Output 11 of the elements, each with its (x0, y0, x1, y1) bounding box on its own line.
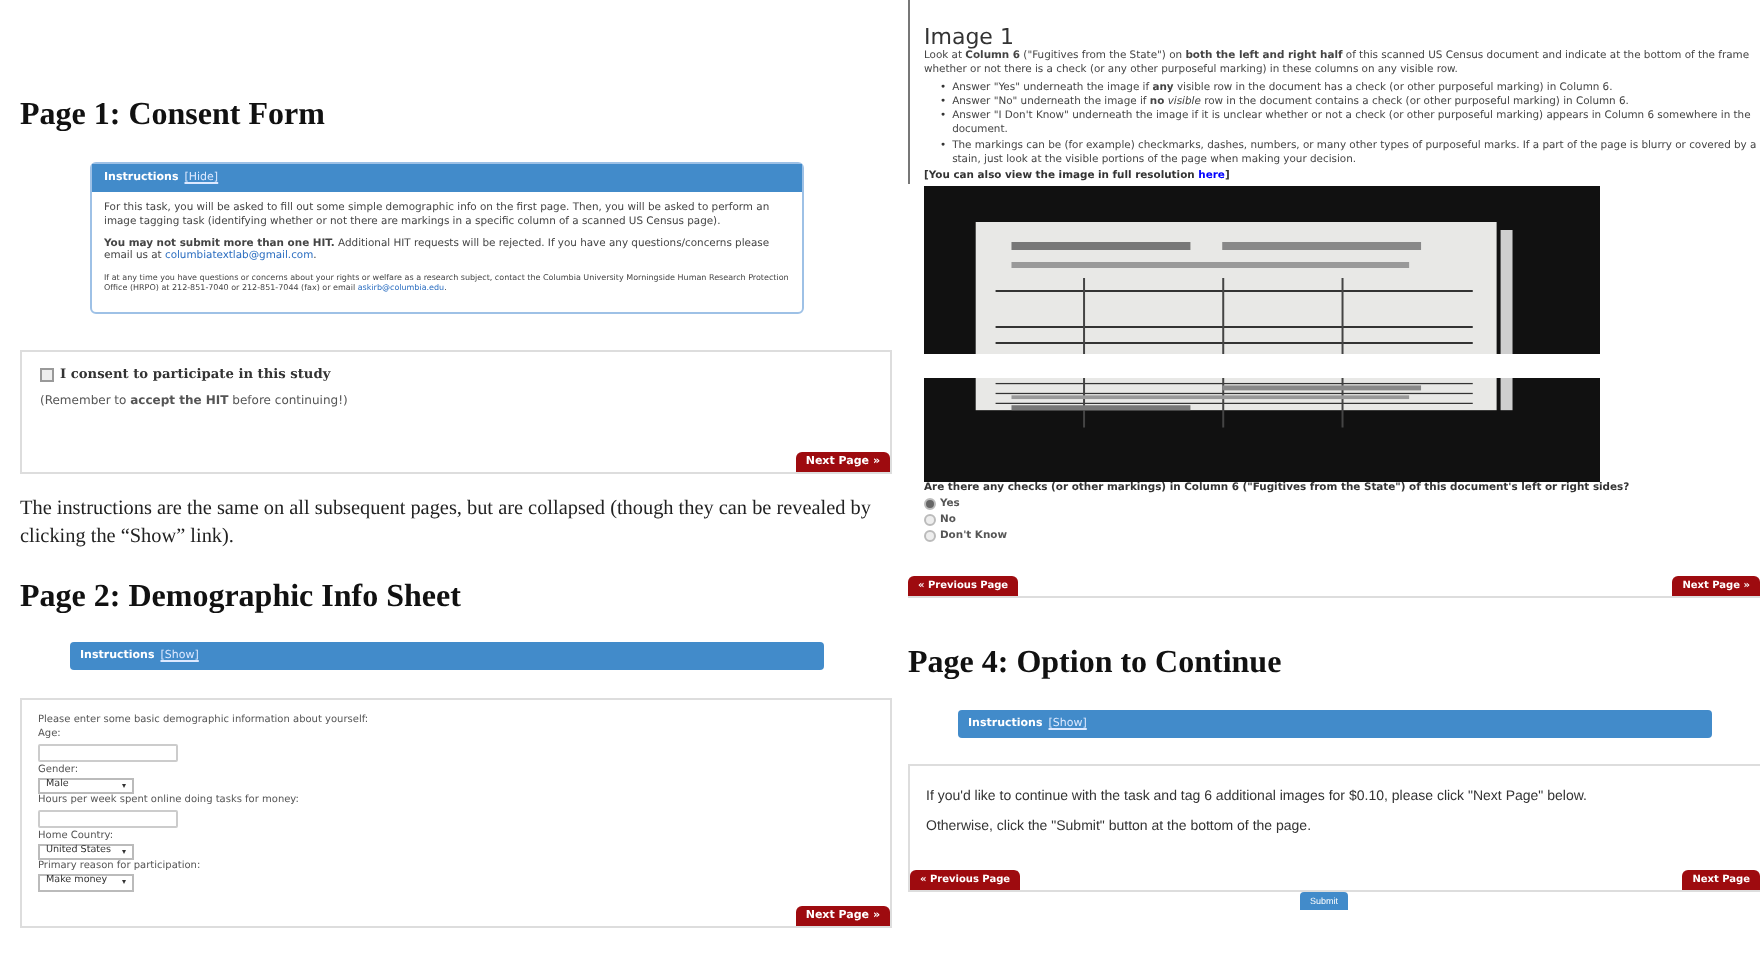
image-title: Image 1 (924, 24, 1016, 50)
radio-button[interactable] (924, 529, 936, 542)
input-field[interactable] (38, 810, 178, 829)
radio-button[interactable] (924, 513, 936, 526)
radio-button[interactable] (924, 497, 936, 510)
section-heading: Page 2: Demographic Info Sheet (20, 579, 463, 616)
input-field[interactable] (38, 743, 178, 762)
section-heading: Page 1: Consent Form (20, 98, 327, 134)
body-text: The instructions are the same on all subsequent pages, but are collapsed (though they can be revealed by clicking the “Show” link). (20, 496, 873, 552)
section-heading: Page 4: Option to Continue (908, 645, 1284, 682)
consent-checkbox[interactable] (40, 367, 54, 382)
